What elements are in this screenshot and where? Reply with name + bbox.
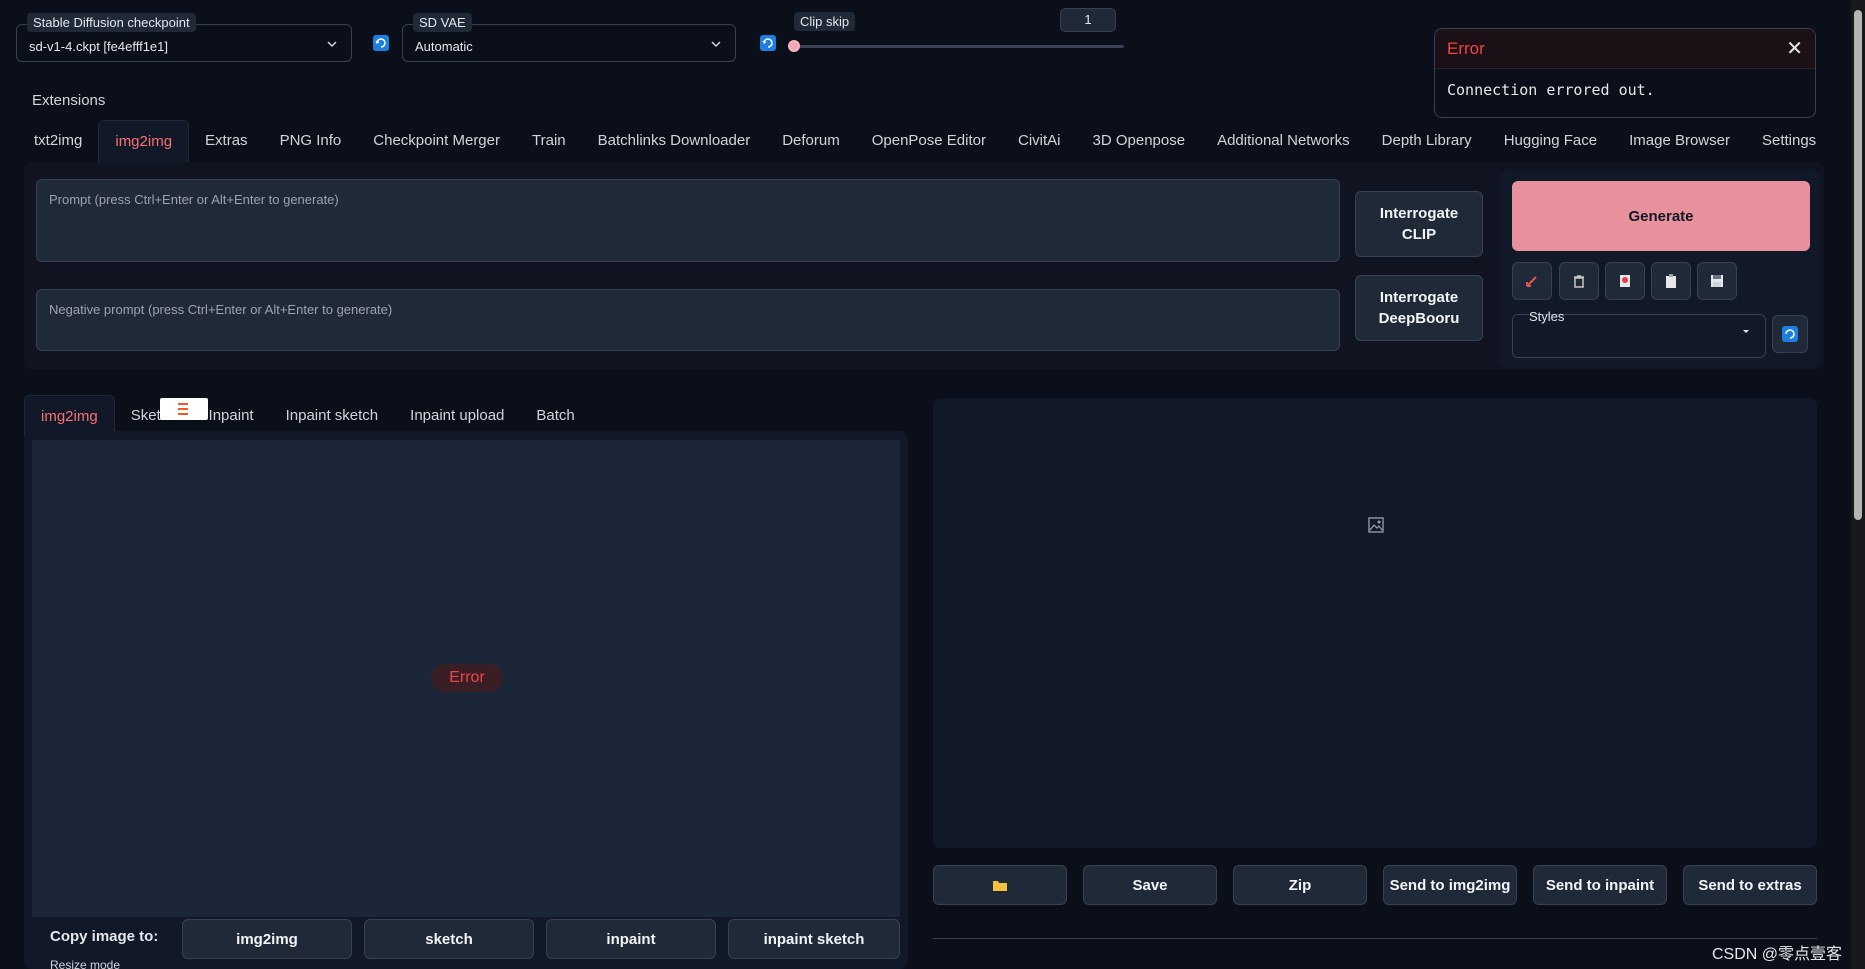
clip-skip-label: Clip skip [794,12,856,31]
vae-label: SD VAE [413,13,472,32]
refresh-vae-icon[interactable] [760,35,776,51]
copy-to-img2img-button[interactable]: img2img [182,919,352,959]
clipboard-icon[interactable] [1651,262,1691,300]
extra-networks-icon[interactable] [1605,262,1645,300]
scrollbar-thumb[interactable] [1854,10,1862,520]
vae-value: Automatic [415,39,473,54]
generate-button[interactable]: Generate [1512,181,1810,251]
tab-civitai[interactable]: CivitAi [1002,120,1077,162]
send-to-img2img-button[interactable]: Send to img2img [1383,865,1517,905]
tab-batchlinks-downloader[interactable]: Batchlinks Downloader [582,120,767,162]
tab-extras[interactable]: Extras [189,120,264,162]
trash-icon[interactable] [1559,262,1599,300]
tab-deforum[interactable]: Deforum [766,120,856,162]
copy-to-sketch-button[interactable]: sketch [364,919,534,959]
styles-dropdown[interactable]: Styles [1512,309,1766,358]
copy-image-to-label: Copy image to: [50,928,159,945]
folder-icon [993,881,1007,891]
tab-depth-library[interactable]: Depth Library [1366,120,1488,162]
copy-to-inpaint-button[interactable]: inpaint [546,919,716,959]
refresh-checkpoint-icon[interactable] [373,35,389,51]
negative-prompt-input[interactable]: Negative prompt (press Ctrl+Enter or Alt… [36,289,1340,351]
close-icon[interactable]: ✕ [1786,36,1803,61]
prompt-input[interactable]: Prompt (press Ctrl+Enter or Alt+Enter to… [36,179,1340,262]
chevron-down-icon [711,41,721,48]
tab-hugging-face[interactable]: Hugging Face [1488,120,1613,162]
refresh-styles-icon[interactable] [1772,315,1808,353]
extensions-label[interactable]: Extensions [32,92,105,109]
tab-train[interactable]: Train [516,120,582,162]
styles-label: Styles [1529,309,1565,324]
csdn-overlay-badge [160,398,208,420]
clip-skip-input[interactable]: 1 [1060,8,1116,32]
resize-mode-label: Resize mode [50,958,121,969]
copy-to-inpaint-sketch-button[interactable]: inpaint sketch [728,919,900,959]
read-params-icon[interactable] [1512,262,1552,300]
main-tab-bar: txt2img img2img Extras PNG Info Checkpoi… [18,120,1832,162]
send-to-extras-button[interactable]: Send to extras [1683,865,1817,905]
output-gallery [933,398,1817,848]
tab-img2img[interactable]: img2img [98,120,190,162]
clip-skip-slider[interactable] [794,45,1124,48]
chevron-down-icon [327,41,337,48]
checkpoint-dropdown[interactable]: Stable Diffusion checkpoint sd-v1-4.ckpt… [16,13,352,62]
checkpoint-label: Stable Diffusion checkpoint [27,13,196,32]
tab-3d-openpose[interactable]: 3D Openpose [1077,120,1202,162]
interrogate-deepbooru-button[interactable]: Interrogate DeepBooru [1355,275,1483,341]
caret-down-icon [1743,330,1749,333]
tab-additional-networks[interactable]: Additional Networks [1201,120,1366,162]
vae-dropdown[interactable]: SD VAE Automatic [402,13,736,62]
send-to-inpaint-button[interactable]: Send to inpaint [1533,865,1667,905]
tab-png-info[interactable]: PNG Info [264,120,358,162]
checkpoint-value: sd-v1-4.ckpt [fe4efff1e1] [29,39,168,54]
page-scrollbar[interactable] [1851,0,1865,969]
error-toast: Error ✕ Connection errored out. [1434,28,1816,118]
clip-skip-slider-thumb[interactable] [788,40,800,52]
interrogate-clip-button[interactable]: Interrogate CLIP [1355,191,1483,257]
open-folder-button[interactable] [933,865,1067,905]
tab-txt2img[interactable]: txt2img [18,120,98,162]
toast-header: Error ✕ [1435,29,1815,69]
tab-checkpoint-merger[interactable]: Checkpoint Merger [357,120,516,162]
save-style-icon[interactable] [1697,262,1737,300]
tab-image-browser[interactable]: Image Browser [1613,120,1746,162]
tab-settings[interactable]: Settings [1746,120,1832,162]
save-button[interactable]: Save [1083,865,1217,905]
toast-title: Error [1447,38,1485,58]
divider [933,938,1817,939]
watermark: CSDN @零点壹客 [1712,946,1843,963]
tab-openpose-editor[interactable]: OpenPose Editor [856,120,1002,162]
image-error-badge: Error [431,664,503,692]
image-placeholder-icon [1368,517,1384,533]
zip-button[interactable]: Zip [1233,865,1367,905]
toast-message: Connection errored out. [1447,81,1655,99]
